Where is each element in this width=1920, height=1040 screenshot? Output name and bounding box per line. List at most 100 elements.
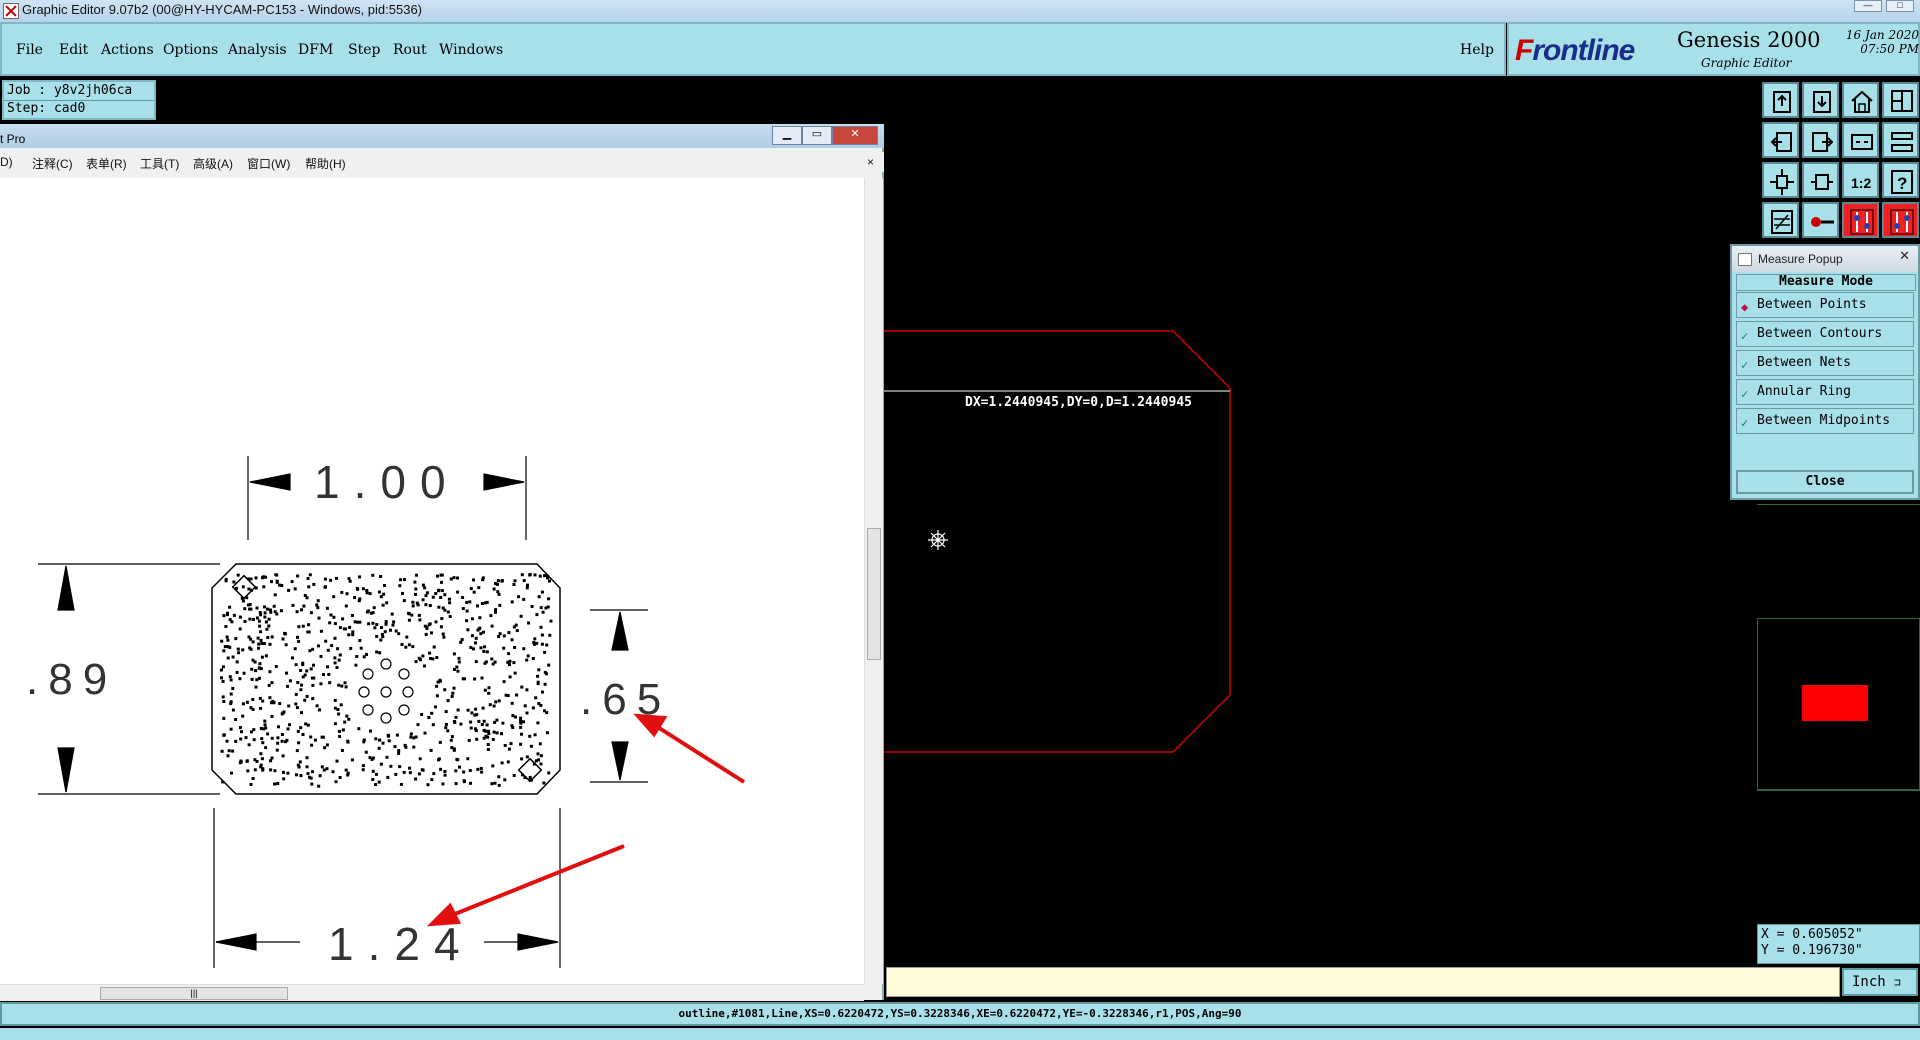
menu-actions[interactable]: Actions xyxy=(101,42,154,58)
pan-left-button[interactable] xyxy=(1762,122,1799,158)
option-label: Between Points xyxy=(1757,297,1867,312)
measure-mode-header: Measure Mode xyxy=(1736,274,1916,291)
fit-horizontal-button[interactable] xyxy=(1762,162,1799,198)
layout-icon xyxy=(1891,90,1913,112)
radio-icon: ✓ xyxy=(1741,358,1749,372)
pdf-doc-close-icon[interactable]: × xyxy=(867,155,874,169)
menu-help[interactable]: Help xyxy=(1460,42,1494,58)
scale-1-2-button[interactable]: 1:2 xyxy=(1842,162,1879,198)
option-label: Between Nets xyxy=(1757,355,1851,370)
pdf-title: t Pro xyxy=(0,132,26,146)
center-circles xyxy=(358,658,414,724)
pdf-window-controls: ▁ ▭ ✕ xyxy=(772,126,878,145)
job-label: Job : y8v2jh06ca xyxy=(7,83,133,98)
panel-divider xyxy=(1757,790,1920,791)
pdf-menu-advanced[interactable]: 高级(A) xyxy=(193,155,233,172)
layers-red-2-button[interactable] xyxy=(1882,202,1919,238)
pdf-maximize-button[interactable]: ▭ xyxy=(802,126,832,145)
pdf-menu-window[interactable]: 窗口(W) xyxy=(247,155,290,172)
bottom-view-button[interactable] xyxy=(1802,82,1839,118)
status-bar: outline,#1081,Line,XS=0.6220472,YS=0.322… xyxy=(0,1002,1920,1026)
pdf-hscroll-thumb[interactable]: ||| xyxy=(100,987,288,1000)
pdf-menu-tools[interactable]: 工具(T) xyxy=(140,155,179,172)
pdf-minimize-button[interactable]: ▁ xyxy=(772,126,802,145)
help-button[interactable]: ? xyxy=(1882,162,1919,198)
menu-step[interactable]: Step xyxy=(348,42,380,58)
menu-rout[interactable]: Rout xyxy=(393,42,427,58)
command-input[interactable] xyxy=(886,967,1840,997)
svg-text:?: ? xyxy=(1897,174,1907,193)
option-label: Between Midpoints xyxy=(1757,413,1891,428)
radio-icon: ✓ xyxy=(1741,387,1749,401)
measure-option-between-nets[interactable]: ✓ Between Nets xyxy=(1736,350,1914,376)
pan-right-button[interactable] xyxy=(1802,122,1839,158)
snap-icon xyxy=(1771,210,1793,234)
scale-1-2-icon: 1:2 xyxy=(1851,175,1871,191)
key-icon xyxy=(1811,217,1834,227)
overview-map[interactable] xyxy=(1757,618,1920,790)
pdf-vertical-scrollbar[interactable] xyxy=(864,178,883,984)
pdf-menu-forms[interactable]: 表单(R) xyxy=(86,155,127,172)
pdf-close-button[interactable]: ✕ xyxy=(832,126,878,145)
units-button[interactable]: Inch ⊐ xyxy=(1842,968,1918,996)
pdf-menu-bar: D) 注释(C) 表单(R) 工具(T) 高级(A) 窗口(W) 帮助(H) × xyxy=(0,152,884,172)
measure-option-between-midpoints[interactable]: ✓ Between Midpoints xyxy=(1736,408,1914,434)
dim-left-label: .89 xyxy=(26,655,117,704)
home-button[interactable] xyxy=(1842,82,1879,118)
radio-icon: ✓ xyxy=(1741,416,1749,430)
pan-left-icon xyxy=(1770,132,1792,152)
maximize-button[interactable]: □ xyxy=(1886,0,1914,12)
step-label: Step: cad0 xyxy=(7,101,86,116)
pdf-menu-comment[interactable]: 注释(C) xyxy=(32,155,73,172)
measure-close-button[interactable]: Close xyxy=(1736,470,1914,494)
dim-top-label: 1.00 xyxy=(314,456,460,508)
zoom-area-button[interactable] xyxy=(1842,122,1879,158)
package-outline xyxy=(211,563,561,795)
measure-title: Measure Popup xyxy=(1758,252,1843,266)
measure-option-between-points[interactable]: ◆ Between Points xyxy=(1736,292,1914,318)
fit-vertical-button[interactable] xyxy=(1802,162,1839,198)
product-subtitle: Graphic Editor xyxy=(1701,56,1792,70)
red-arrow-bottom xyxy=(426,844,625,927)
top-view-button[interactable] xyxy=(1762,82,1799,118)
crosshair-cursor xyxy=(928,530,948,550)
measure-option-annular-ring[interactable]: ✓ Annular Ring xyxy=(1736,379,1914,405)
pdf-menu-view[interactable]: D) xyxy=(0,155,13,169)
brand-panel: Frontline Genesis 2000 Graphic Editor 16… xyxy=(1507,22,1920,76)
view-toolbar: 1:2? xyxy=(1760,80,1920,240)
pdf-horizontal-scrollbar[interactable]: ||| xyxy=(0,984,864,1001)
menu-dfm[interactable]: DFM xyxy=(298,42,333,58)
pdf-vscroll-thumb[interactable] xyxy=(867,528,881,660)
red-arrow-right xyxy=(633,713,746,784)
menu-edit[interactable]: Edit xyxy=(59,42,88,58)
menu-file[interactable]: File xyxy=(16,42,43,58)
date-time: 16 Jan 2020 07:50 PM xyxy=(1819,28,1919,56)
coord-y: Y = 0.196730" xyxy=(1761,943,1863,958)
product-name: Genesis 2000 xyxy=(1677,28,1821,52)
dim-bottom-label: 1.24 xyxy=(328,918,474,970)
coord-x: X = 0.605052" xyxy=(1761,927,1863,942)
snap-button[interactable] xyxy=(1762,202,1799,238)
pdf-title-bar: t Pro ▁ ▭ ✕ xyxy=(0,124,884,148)
layers-red-button[interactable] xyxy=(1842,202,1879,238)
measure-close-icon[interactable]: ✕ xyxy=(1899,248,1910,264)
radio-icon: ✓ xyxy=(1741,329,1749,343)
measure-window-icon xyxy=(1738,253,1752,266)
pdf-menu-help[interactable]: 帮助(H) xyxy=(305,155,346,172)
date-text: 16 Jan 2020 xyxy=(1845,28,1919,42)
menu-windows[interactable]: Windows xyxy=(439,42,503,58)
minimize-button[interactable]: — xyxy=(1854,0,1882,12)
layout-button[interactable] xyxy=(1882,82,1919,118)
layers-red-2-icon xyxy=(1890,209,1914,235)
main-menu-bar: File Edit Actions Options Analysis DFM S… xyxy=(0,22,1506,76)
menu-analysis[interactable]: Analysis xyxy=(228,42,287,58)
logo-first-letter: F xyxy=(1515,34,1533,67)
split-button[interactable] xyxy=(1882,122,1919,158)
measure-option-between-contours[interactable]: ✓ Between Contours xyxy=(1736,321,1914,347)
logo-rest: rontline xyxy=(1532,34,1635,67)
key-button[interactable] xyxy=(1802,202,1839,238)
dropdown-icon: ⊐ xyxy=(1894,976,1901,989)
menu-options[interactable]: Options xyxy=(163,42,218,58)
window-controls: — □ xyxy=(1854,0,1914,12)
pdf-page[interactable]: 1.00 .89 .65 1.24 xyxy=(0,178,864,984)
